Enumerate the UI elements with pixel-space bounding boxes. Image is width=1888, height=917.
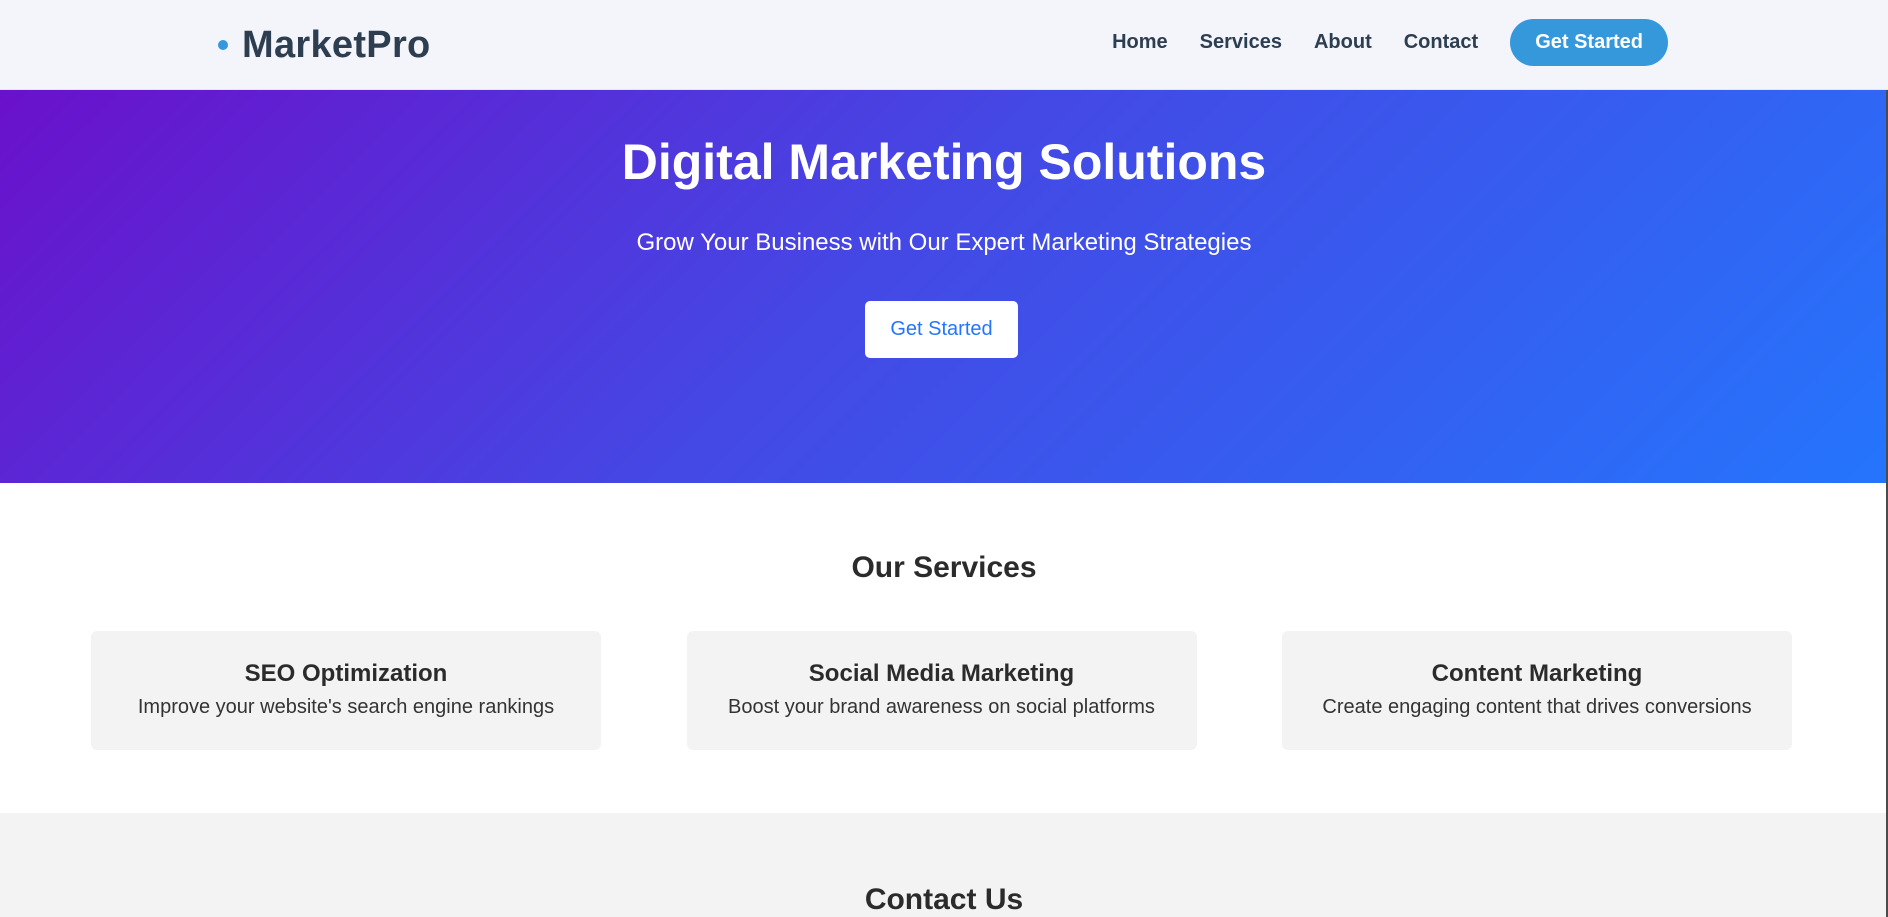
header-get-started-button[interactable]: Get Started	[1510, 18, 1668, 66]
hero-subtitle: Grow Your Business with Our Expert Marke…	[636, 229, 1252, 256]
service-card-title: SEO Optimization	[244, 660, 448, 687]
service-card-description: Boost your brand awareness on social pla…	[728, 696, 1155, 718]
service-card-seo: SEO Optimization Improve your website's …	[91, 631, 601, 750]
nav-link-home[interactable]: Home	[1112, 31, 1168, 54]
services-title: Our Services	[851, 551, 1037, 584]
contact-section: Contact Us	[0, 813, 1888, 917]
services-section: Our Services SEO Optimization Improve yo…	[0, 483, 1888, 813]
nav-link-about[interactable]: About	[1314, 31, 1372, 54]
brand-name: MarketPro	[242, 23, 431, 66]
service-card-social-media: Social Media Marketing Boost your brand …	[686, 631, 1197, 750]
service-card-title: Social Media Marketing	[808, 660, 1075, 687]
nav-link-services[interactable]: Services	[1200, 31, 1282, 54]
service-card-title: Content Marketing	[1431, 660, 1643, 687]
contact-title: Contact Us	[864, 883, 1024, 916]
brand-dot-icon	[218, 40, 228, 50]
brand-logo[interactable]: MarketPro	[218, 20, 431, 70]
service-card-description: Improve your website's search engine ran…	[137, 696, 555, 718]
hero-get-started-button[interactable]: Get Started	[865, 301, 1018, 358]
service-card-content: Content Marketing Create engaging conten…	[1282, 631, 1792, 750]
service-cards: SEO Optimization Improve your website's …	[91, 631, 1792, 750]
hero-section: Digital Marketing Solutions Grow Your Bu…	[0, 90, 1888, 483]
site-header: MarketPro Home Services About Contact Ge…	[0, 0, 1888, 90]
service-card-description: Create engaging content that drives conv…	[1322, 696, 1752, 718]
main-nav: Home Services About Contact Get Started	[1112, 18, 1668, 66]
nav-link-contact[interactable]: Contact	[1404, 31, 1478, 54]
hero-title: Digital Marketing Solutions	[621, 134, 1267, 190]
